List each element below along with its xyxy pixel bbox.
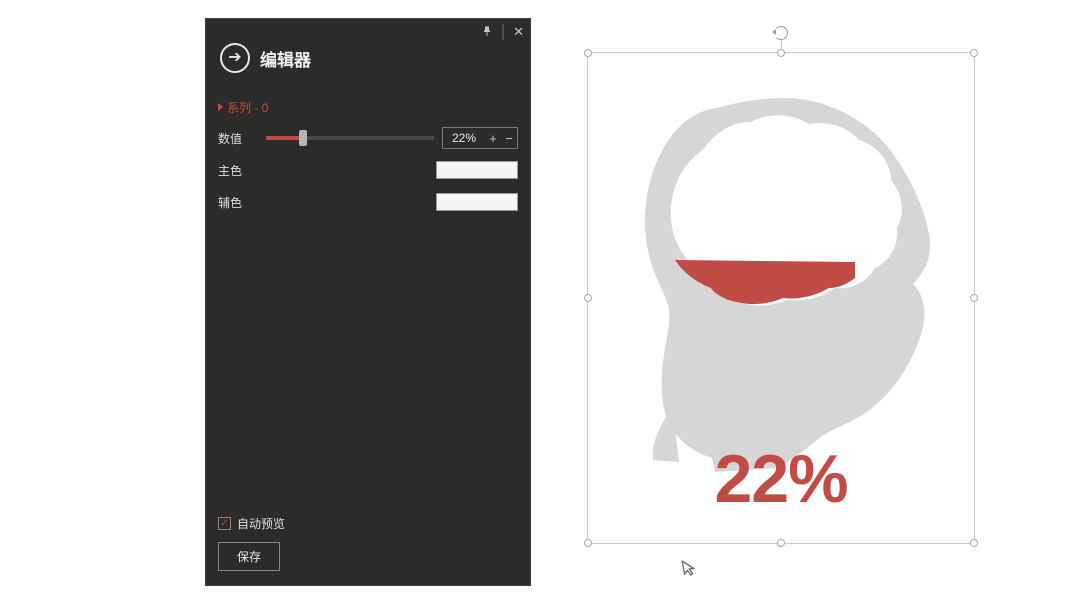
resize-handle-tr[interactable] bbox=[970, 49, 978, 57]
resize-handle-r[interactable] bbox=[970, 294, 978, 302]
resize-handle-bl[interactable] bbox=[584, 539, 592, 547]
value-decrement[interactable]: − bbox=[501, 131, 517, 146]
resize-handle-l[interactable] bbox=[584, 294, 592, 302]
cursor-icon bbox=[680, 558, 700, 583]
aux-color-row: 辅色 bbox=[218, 188, 518, 216]
main-color-row: 主色 bbox=[218, 156, 518, 184]
main-color-swatch[interactable] bbox=[436, 161, 518, 179]
auto-preview-label: 自动预览 bbox=[237, 515, 285, 532]
rotate-handle[interactable] bbox=[774, 26, 788, 40]
value-label: 数值 bbox=[218, 130, 266, 147]
aux-color-label: 辅色 bbox=[218, 194, 266, 211]
close-icon[interactable]: ✕ bbox=[513, 24, 524, 40]
value-slider[interactable] bbox=[266, 136, 434, 140]
back-button[interactable]: ➔ bbox=[220, 43, 250, 73]
triangle-right-icon bbox=[218, 103, 223, 111]
pin-icon[interactable] bbox=[481, 25, 493, 40]
main-color-label: 主色 bbox=[218, 162, 266, 179]
value-input-box: 22% + − bbox=[442, 127, 518, 149]
resize-handle-br[interactable] bbox=[970, 539, 978, 547]
aux-color-swatch[interactable] bbox=[436, 193, 518, 211]
resize-handle-tl[interactable] bbox=[584, 49, 592, 57]
value-increment[interactable]: + bbox=[485, 131, 501, 146]
chart-object[interactable]: 22% bbox=[587, 52, 975, 544]
value-row: 数值 22% + − bbox=[218, 124, 518, 152]
head-brain-chart bbox=[607, 72, 955, 492]
resize-handle-b[interactable] bbox=[777, 539, 785, 547]
series-header[interactable]: 系列 - 0 bbox=[218, 93, 518, 124]
auto-preview-checkbox[interactable]: ✓ 自动预览 bbox=[218, 515, 518, 532]
editor-panel: | ✕ ➔ 编辑器 系列 - 0 数值 22% + − bbox=[205, 18, 531, 586]
arrow-right-icon: ➔ bbox=[228, 50, 241, 66]
checkbox-icon: ✓ bbox=[218, 517, 231, 530]
slider-thumb[interactable] bbox=[299, 130, 307, 146]
percent-label: 22% bbox=[587, 440, 975, 518]
series-label: 系列 - 0 bbox=[227, 101, 268, 115]
panel-title: 编辑器 bbox=[260, 46, 311, 71]
header-divider: | bbox=[501, 23, 505, 41]
value-display[interactable]: 22% bbox=[443, 131, 485, 145]
rotate-connector bbox=[781, 40, 782, 52]
save-button[interactable]: 保存 bbox=[218, 542, 280, 571]
